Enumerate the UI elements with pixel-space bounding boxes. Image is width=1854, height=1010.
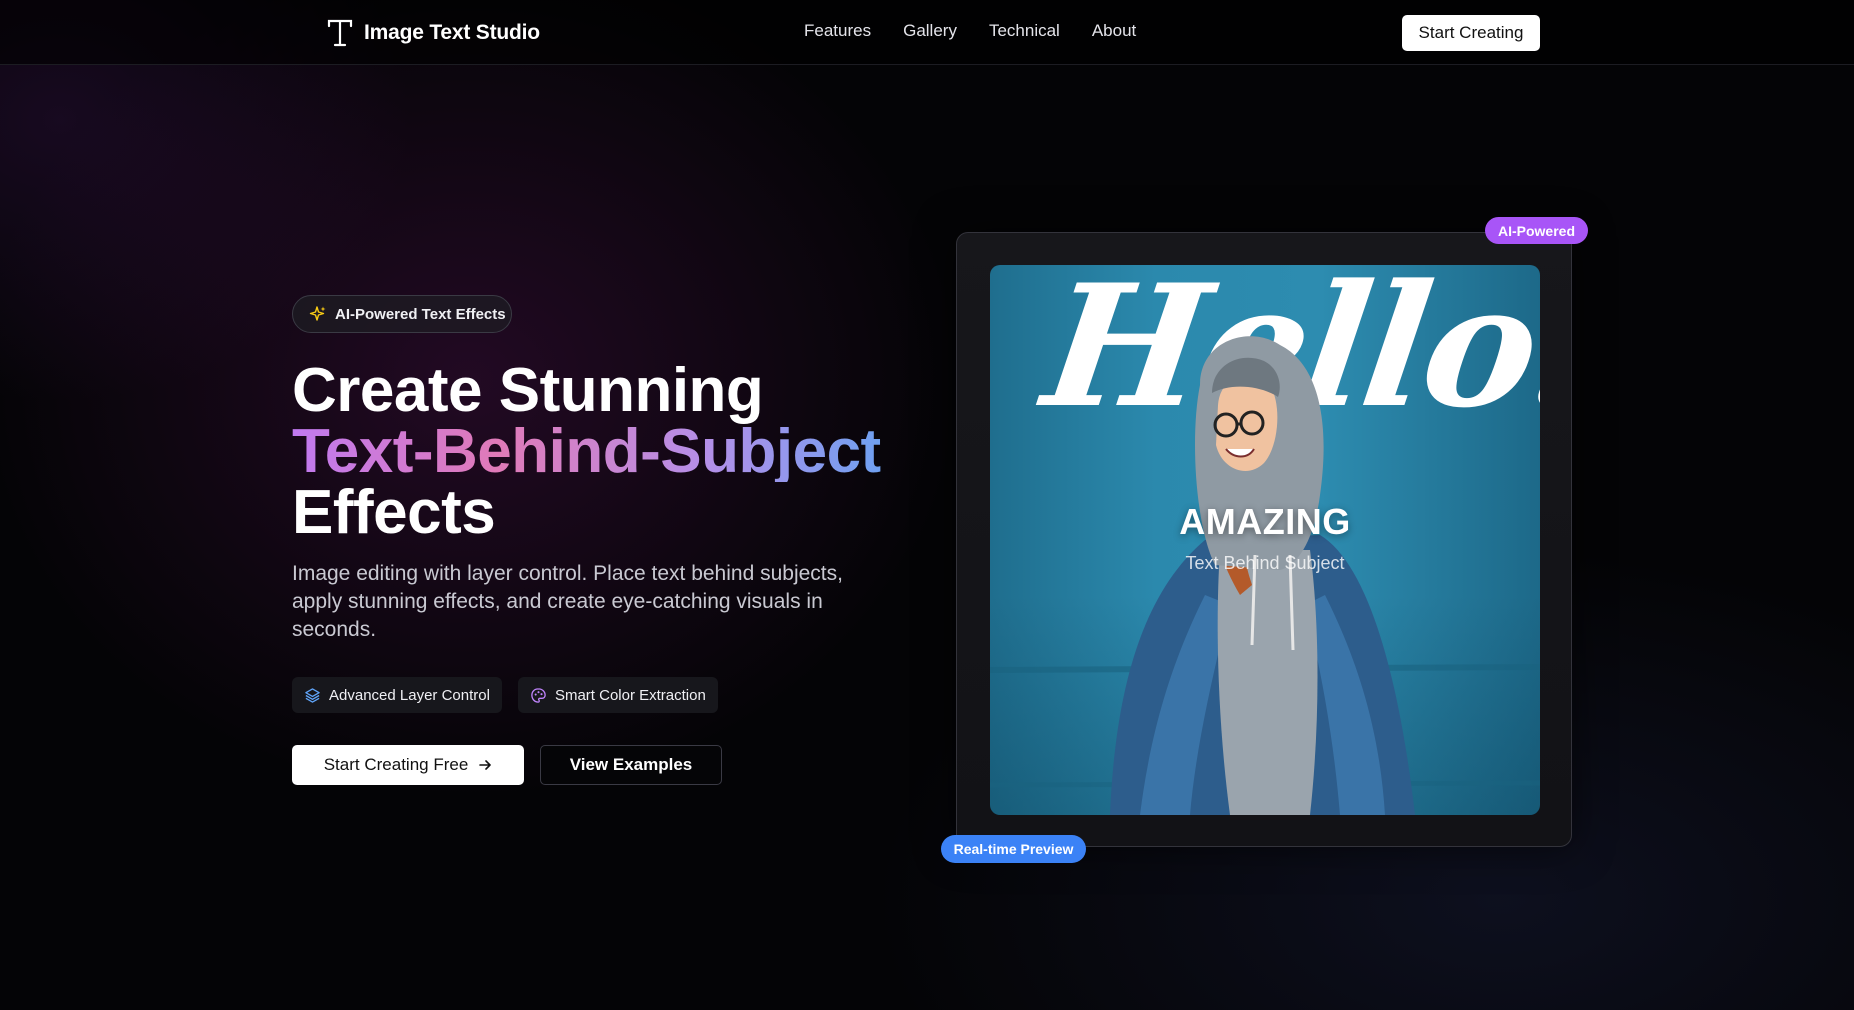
start-creating-free-button[interactable]: Start Creating Free bbox=[292, 745, 524, 785]
headline-line-2: Text-Behind-Subject bbox=[292, 417, 881, 486]
nav-link-technical[interactable]: Technical bbox=[989, 21, 1060, 41]
headline-line-3: Effects bbox=[292, 478, 496, 547]
sparkles-icon bbox=[309, 306, 326, 321]
ai-powered-badge: AI-Powered bbox=[1485, 217, 1588, 244]
realtime-preview-badge: Real-time Preview bbox=[941, 835, 1086, 863]
button-label: Start Creating Free bbox=[323, 755, 469, 774]
layers-icon bbox=[305, 687, 320, 703]
brand[interactable]: Image Text Studio bbox=[326, 16, 540, 50]
hero-headline: Create Stunning Text-Behind-Subject Effe… bbox=[292, 356, 881, 547]
chip-color-extraction: Smart Color Extraction bbox=[517, 677, 718, 713]
preview-image: Hello! bbox=[990, 265, 1540, 815]
text-t-icon bbox=[327, 19, 353, 47]
arrow-right-icon bbox=[479, 760, 492, 770]
feature-chips: Advanced Layer Control Smart Color Extra… bbox=[292, 677, 718, 713]
ai-powered-pill: AI-Powered Text Effects bbox=[292, 295, 512, 333]
chip-label: Smart Color Extraction bbox=[554, 686, 706, 704]
start-creating-button[interactable]: Start Creating bbox=[1402, 15, 1540, 51]
preview-card: Hello! bbox=[956, 232, 1572, 847]
nav-link-gallery[interactable]: Gallery bbox=[903, 21, 957, 41]
pill-label: AI-Powered Text Effects bbox=[335, 305, 506, 323]
chip-layer-control: Advanced Layer Control bbox=[292, 677, 502, 713]
overlay-title: AMAZING bbox=[1179, 501, 1351, 542]
view-examples-button[interactable]: View Examples bbox=[540, 745, 722, 785]
overlay-subtitle: Text Behind Subject bbox=[1185, 553, 1345, 573]
headline-line-1: Create Stunning bbox=[292, 356, 764, 425]
palette-icon bbox=[531, 687, 546, 703]
chip-label: Advanced Layer Control bbox=[329, 686, 490, 704]
nav-link-features[interactable]: Features bbox=[804, 21, 871, 41]
landing-page: Image Text Studio Features Gallery Techn… bbox=[0, 0, 1854, 1010]
nav-links: Features Gallery Technical About bbox=[804, 21, 1136, 41]
top-nav: Image Text Studio Features Gallery Techn… bbox=[0, 0, 1854, 65]
hero-subtitle: Image editing with layer control. Place … bbox=[292, 562, 843, 641]
brand-name: Image Text Studio bbox=[364, 21, 540, 44]
nav-link-about[interactable]: About bbox=[1092, 21, 1136, 41]
